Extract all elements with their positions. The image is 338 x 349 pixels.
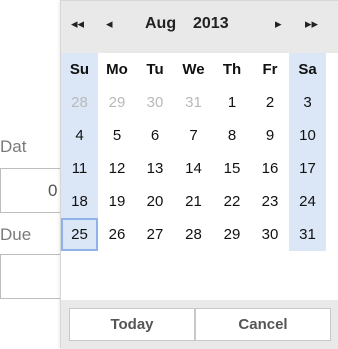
day-cell[interactable]: 4 bbox=[61, 119, 98, 152]
day-cell[interactable]: 7 bbox=[174, 119, 213, 152]
day-cell[interactable]: 1 bbox=[213, 86, 251, 119]
date-label: Dat bbox=[0, 137, 27, 156]
day-cell[interactable]: 10 bbox=[289, 119, 326, 152]
day-cell[interactable]: 22 bbox=[213, 185, 251, 218]
day-cell[interactable]: 12 bbox=[98, 152, 136, 185]
day-cell[interactable]: 28 bbox=[174, 218, 213, 251]
prev-year-icon[interactable]: ◂◂ bbox=[71, 17, 84, 32]
year-label[interactable]: 2013 bbox=[193, 15, 229, 33]
day-cell[interactable]: 16 bbox=[251, 152, 289, 185]
day-cell[interactable]: 17 bbox=[289, 152, 326, 185]
weekday-we: We bbox=[182, 61, 205, 78]
day-cell[interactable]: 18 bbox=[61, 185, 98, 218]
day-cell[interactable]: 13 bbox=[136, 152, 174, 185]
week-row: 11 12 13 14 15 16 17 bbox=[61, 152, 338, 185]
day-cell[interactable]: 31 bbox=[174, 86, 213, 119]
day-cell[interactable]: 31 bbox=[289, 218, 326, 251]
day-cell[interactable]: 5 bbox=[98, 119, 136, 152]
weekday-tu: Tu bbox=[146, 61, 164, 78]
day-cell[interactable]: 23 bbox=[251, 185, 289, 218]
day-cell[interactable]: 30 bbox=[251, 218, 289, 251]
next-month-icon[interactable]: ▸ bbox=[275, 17, 282, 32]
week-row: 18 19 20 21 22 23 24 bbox=[61, 185, 338, 218]
selected-day-cell[interactable]: 25 bbox=[61, 218, 98, 251]
prev-month-icon[interactable]: ◂ bbox=[106, 17, 113, 32]
cancel-button[interactable]: Cancel bbox=[195, 308, 331, 341]
date-picker-footer: Today Cancel bbox=[61, 300, 338, 349]
day-cell[interactable]: 14 bbox=[174, 152, 213, 185]
day-cell[interactable]: 3 bbox=[289, 86, 326, 119]
day-cell[interactable]: 8 bbox=[213, 119, 251, 152]
weekday-mo: Mo bbox=[106, 61, 128, 78]
weekday-fr: Fr bbox=[262, 61, 278, 78]
today-button[interactable]: Today bbox=[69, 308, 195, 341]
week-row: 28 29 30 31 1 2 3 bbox=[61, 86, 338, 119]
day-cell[interactable]: 28 bbox=[61, 86, 98, 119]
day-cell[interactable]: 20 bbox=[136, 185, 174, 218]
date-picker-header: ◂◂ ◂ Aug 2013 ▸ ▸▸ bbox=[61, 1, 338, 53]
day-cell[interactable]: 29 bbox=[98, 86, 136, 119]
day-cell[interactable]: 2 bbox=[251, 86, 289, 119]
day-cell[interactable]: 24 bbox=[289, 185, 326, 218]
week-row: 25 26 27 28 29 30 31 bbox=[61, 218, 338, 251]
weekday-header-row: Su Mo Tu We Th Fr Sa bbox=[61, 53, 338, 86]
date-input-value: 0 bbox=[48, 181, 58, 200]
day-cell[interactable]: 11 bbox=[61, 152, 98, 185]
day-cell[interactable]: 27 bbox=[136, 218, 174, 251]
week-row: 4 5 6 7 8 9 10 bbox=[61, 119, 338, 152]
day-cell[interactable]: 9 bbox=[251, 119, 289, 152]
date-picker: ◂◂ ◂ Aug 2013 ▸ ▸▸ Su Mo Tu We Th Fr Sa 28 29 30 3… bbox=[60, 0, 338, 349]
next-year-icon[interactable]: ▸▸ bbox=[305, 17, 318, 32]
day-cell[interactable]: 15 bbox=[213, 152, 251, 185]
day-cell[interactable]: 26 bbox=[98, 218, 136, 251]
day-cell[interactable]: 19 bbox=[98, 185, 136, 218]
day-cell[interactable]: 6 bbox=[136, 119, 174, 152]
day-cell[interactable]: 29 bbox=[213, 218, 251, 251]
weekday-th: Th bbox=[222, 61, 242, 78]
due-label: Due bbox=[0, 225, 32, 244]
calendar-grid: Su Mo Tu We Th Fr Sa 28 29 30 31 1 2 3 4 5 6 7 8 9 10 11 12 13 1… bbox=[61, 53, 338, 251]
day-cell[interactable]: 30 bbox=[136, 86, 174, 119]
weekday-sa: Sa bbox=[289, 53, 326, 86]
month-label[interactable]: Aug bbox=[145, 15, 176, 33]
weekday-su: Su bbox=[61, 53, 98, 86]
day-cell[interactable]: 21 bbox=[174, 185, 213, 218]
